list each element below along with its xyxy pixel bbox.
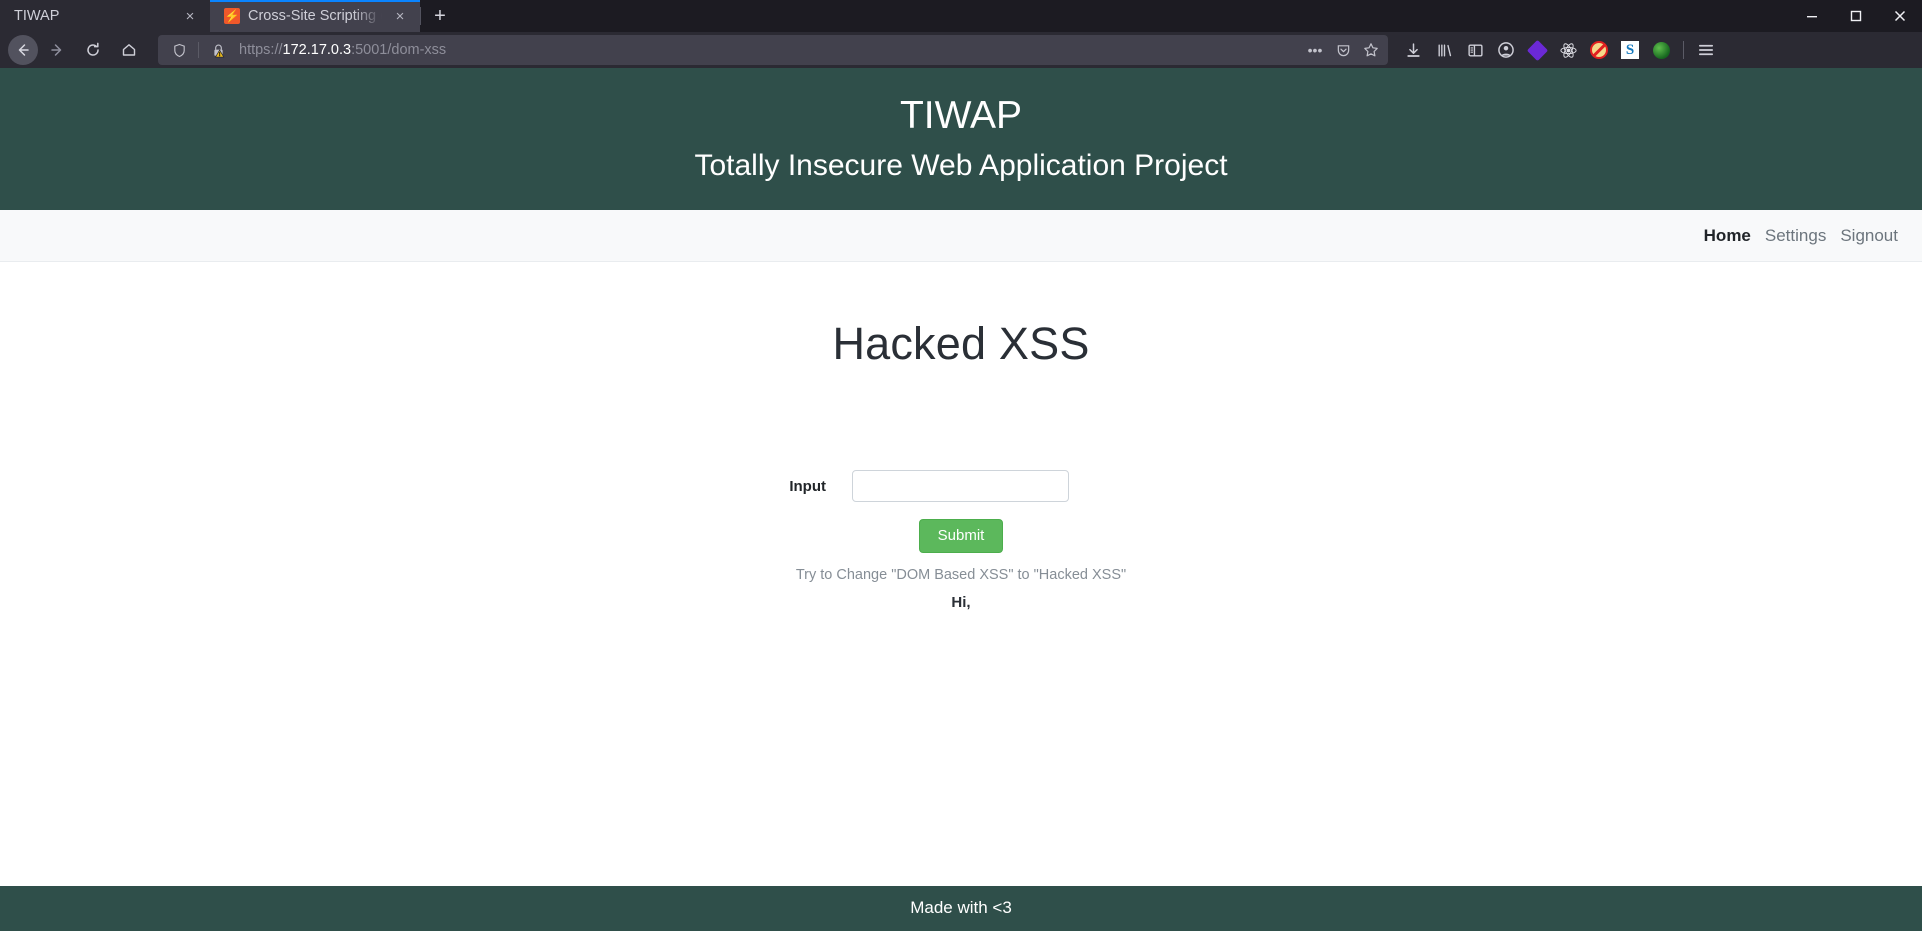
url-text[interactable]: https://172.17.0.3:5001/dom-xss <box>233 42 1300 58</box>
home-icon[interactable] <box>112 35 146 65</box>
close-window-button[interactable] <box>1878 0 1922 32</box>
forward-arrow-icon[interactable] <box>40 35 74 65</box>
maximize-button[interactable] <box>1834 0 1878 32</box>
url-bar[interactable]: https://172.17.0.3:5001/dom-xss ••• <box>158 35 1388 65</box>
tab-strip: TIWAP × ⚡ Cross-Site Scripting (XSS) × + <box>0 0 1922 32</box>
account-icon[interactable] <box>1491 35 1521 65</box>
pocket-icon[interactable] <box>1330 37 1356 63</box>
new-tab-button[interactable]: + <box>421 0 459 32</box>
tab-strip-spacer <box>459 0 1790 32</box>
extension-green-icon[interactable] <box>1646 35 1676 65</box>
star-bookmark-icon[interactable] <box>1358 37 1384 63</box>
library-icon[interactable] <box>1429 35 1459 65</box>
react-devtools-icon[interactable] <box>1553 35 1583 65</box>
nav-link-home[interactable]: Home <box>1704 226 1751 246</box>
site-header: TIWAP Totally Insecure Web Application P… <box>0 68 1922 211</box>
tab-title: Cross-Site Scripting (XSS) <box>248 8 382 24</box>
tracking-protection-shield-icon[interactable] <box>166 37 192 63</box>
navigation-toolbar: https://172.17.0.3:5001/dom-xss ••• S <box>0 32 1922 68</box>
window-controls <box>1790 0 1922 32</box>
page-viewport: TIWAP Totally Insecure Web Application P… <box>0 68 1922 931</box>
close-icon[interactable]: × <box>180 6 200 26</box>
url-actions: ••• <box>1302 37 1384 63</box>
tab-title: TIWAP <box>14 8 60 24</box>
browser-toolbar-icons: S <box>1398 35 1723 65</box>
browser-tab-xss[interactable]: ⚡ Cross-Site Scripting (XSS) × <box>210 0 420 32</box>
sidebar-icon[interactable] <box>1460 35 1490 65</box>
url-divider <box>198 42 199 58</box>
app-menu-icon[interactable] <box>1691 35 1721 65</box>
site-navigation: Home Settings Signout <box>0 210 1922 263</box>
site-title: TIWAP <box>899 94 1023 137</box>
url-host: 172.17.0.3 <box>282 42 352 58</box>
insecure-warning-lock-icon[interactable] <box>205 37 231 63</box>
main-content: Hacked XSS Input Submit Try to Change "D… <box>0 262 1922 886</box>
xss-form: Input Submit Try to Change "DOM Based XS… <box>746 470 1176 611</box>
greeting-output: Hi, <box>951 594 971 612</box>
page-actions-icon[interactable]: ••• <box>1302 37 1328 63</box>
input-row: Input <box>746 470 1176 503</box>
extension-s-icon[interactable]: S <box>1615 35 1645 65</box>
site-subtitle: Totally Insecure Web Application Project <box>694 148 1228 182</box>
nav-link-signout[interactable]: Signout <box>1840 226 1898 246</box>
toolbar-divider <box>1683 41 1684 59</box>
url-scheme: https:// <box>239 42 283 58</box>
extension-diamond-icon[interactable] <box>1522 35 1552 65</box>
lightning-bolt-icon: ⚡ <box>224 8 240 24</box>
browser-chrome: TIWAP × ⚡ Cross-Site Scripting (XSS) × + <box>0 0 1922 68</box>
reload-icon[interactable] <box>76 35 110 65</box>
url-path: :5001/dom-xss <box>351 42 447 58</box>
page-title: Hacked XSS <box>832 318 1090 370</box>
hint-text: Try to Change "DOM Based XSS" to "Hacked… <box>795 567 1127 584</box>
submit-button[interactable]: Submit <box>918 519 1004 554</box>
nav-link-settings[interactable]: Settings <box>1765 226 1826 246</box>
xss-input-field[interactable] <box>852 470 1069 503</box>
site-footer: Made with <3 <box>0 886 1922 931</box>
close-icon[interactable]: × <box>390 6 410 26</box>
input-label: Input <box>789 478 826 496</box>
downloads-icon[interactable] <box>1398 35 1428 65</box>
noscript-icon[interactable] <box>1584 35 1614 65</box>
browser-tab-tiwap[interactable]: TIWAP × <box>0 0 210 32</box>
minimize-button[interactable] <box>1790 0 1834 32</box>
back-arrow-icon[interactable] <box>8 35 38 65</box>
